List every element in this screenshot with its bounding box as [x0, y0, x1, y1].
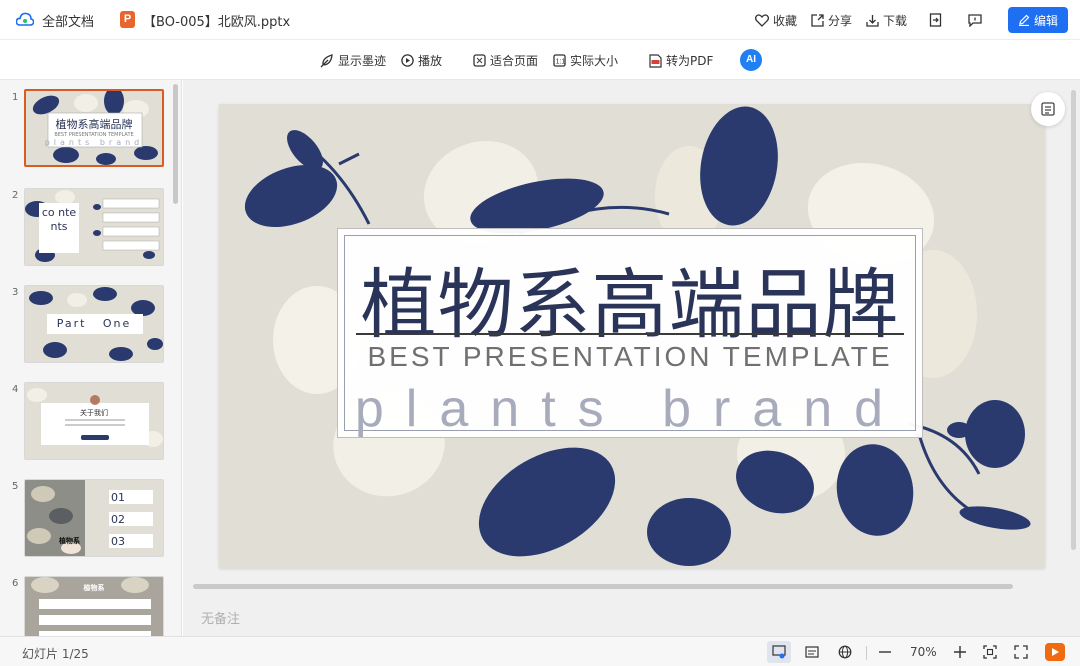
title-divider [356, 333, 904, 335]
play-circle-icon [401, 54, 414, 67]
slideshow-play-button[interactable] [1045, 643, 1065, 661]
slide-thumbnail-5[interactable]: 01 02 03 植物系 [24, 479, 164, 557]
comment-icon [968, 13, 982, 27]
slide-thumbnail-1[interactable]: 植物系高端品牌 BEST PRESENTATION TEMPLATE plant… [24, 89, 164, 167]
vertical-scrollbar[interactable] [1071, 90, 1076, 550]
thumb-1-title: 植物系高端品牌 [55, 118, 133, 131]
zoom-in-button[interactable] [951, 643, 969, 661]
thumb-number: 2 [12, 190, 19, 201]
slide-thumbnail-2[interactable]: co nte nts [24, 188, 164, 266]
download-button[interactable]: 下载 [866, 12, 907, 29]
svg-text:1:1: 1:1 [556, 59, 566, 66]
thumb-number: 1 [12, 92, 19, 103]
pptx-file-icon: P [120, 11, 135, 28]
notes-view-icon [805, 646, 819, 658]
edit-button[interactable]: 编辑 [1007, 7, 1068, 33]
all-docs-link[interactable]: 全部文档 [42, 11, 94, 30]
slide-panel-toggle-button[interactable] [1031, 92, 1065, 126]
actual-size-button[interactable]: 1:1 实际大小 [553, 52, 618, 69]
edit-label: 编辑 [1033, 13, 1058, 28]
thumb-5-num-2: 02 [111, 513, 125, 526]
thumb-5-art [25, 480, 163, 556]
fit-window-button[interactable] [981, 643, 999, 661]
thumb-6-title: 植物系 [83, 584, 105, 592]
favorite-label: 收藏 [772, 13, 797, 28]
ai-assistant-button[interactable]: AI [740, 49, 762, 71]
play-button[interactable]: 播放 [401, 52, 442, 69]
horizontal-scrollbar[interactable] [193, 584, 1013, 589]
slide-counter: 幻灯片 1/25 [22, 647, 89, 661]
zoom-level[interactable]: 70% [910, 645, 937, 659]
show-ink-button[interactable]: 显示墨迹 [320, 52, 386, 69]
play-icon [1052, 648, 1059, 656]
normal-view-button[interactable] [767, 641, 791, 663]
top-actions: 收藏 分享 下载 编辑 [741, 7, 1068, 33]
share-icon [811, 13, 824, 27]
thumb-2-title: co nte nts [41, 206, 77, 233]
convert-pdf-button[interactable]: 转为PDF [649, 52, 713, 69]
minus-icon [879, 651, 891, 653]
slide-thumbnail-4[interactable]: 关于我们 [24, 382, 164, 460]
heart-icon [754, 13, 769, 27]
notes-area[interactable]: 无备注 [201, 608, 240, 627]
slide-thumbnail-6[interactable]: 植物系 [24, 576, 164, 636]
pdf-icon [649, 53, 662, 68]
fit-page-label: 适合页面 [490, 54, 539, 68]
fullscreen-button[interactable] [1012, 643, 1030, 661]
convert-pdf-label: 转为PDF [666, 54, 714, 68]
favorite-button[interactable]: 收藏 [754, 12, 797, 29]
thumb-number: 4 [12, 384, 19, 395]
play-label: 播放 [418, 54, 443, 68]
pencil-icon [1018, 14, 1030, 26]
thumb-5-caption: 植物系 [59, 537, 80, 545]
notes-view-button[interactable] [803, 643, 821, 661]
cloud-docs-icon[interactable] [16, 12, 34, 26]
fit-page-icon [473, 54, 486, 67]
actual-size-icon: 1:1 [553, 54, 566, 67]
comment-button[interactable] [968, 13, 986, 27]
top-bar: 全部文档 P 【BO-005】北欧风.pptx 收藏 分享 下载 编辑 [0, 0, 1080, 40]
slide-subtitle: BEST PRESENTATION TEMPLATE [367, 341, 893, 372]
status-divider [866, 646, 867, 660]
slide-canvas-area: 植物系高端品牌 BEST PRESENTATION TEMPLATE plant… [183, 80, 1080, 636]
show-ink-label: 显示墨迹 [338, 54, 387, 68]
export-icon [929, 13, 942, 27]
share-button[interactable]: 分享 [811, 12, 852, 29]
slide-thumbnail-3[interactable]: Part One [24, 285, 164, 363]
thumb-5-num-3: 03 [111, 535, 125, 548]
slide-thumbnail-panel: 1 植物系高端品牌 BEST PRESENTATION TEMPLATE pla… [0, 80, 182, 636]
zoom-out-button[interactable] [876, 643, 894, 661]
thumb-number: 6 [12, 578, 19, 589]
title-card: 植物系高端品牌 BEST PRESENTATION TEMPLATE plant… [337, 228, 923, 438]
download-icon [866, 14, 879, 27]
slide-list-icon [1041, 102, 1055, 116]
feather-icon [320, 53, 333, 67]
thumb-3-title: Part One [56, 317, 132, 330]
current-slide[interactable]: 植物系高端品牌 BEST PRESENTATION TEMPLATE plant… [219, 104, 1045, 568]
fullscreen-icon [1014, 645, 1028, 659]
globe-icon [838, 645, 852, 659]
actual-size-label: 实际大小 [570, 54, 619, 68]
normal-view-icon [772, 645, 786, 659]
export-button[interactable] [929, 13, 946, 27]
fit-window-icon [983, 645, 997, 659]
thumb-4-art [25, 383, 163, 459]
thumbnail-scrollbar[interactable] [173, 84, 178, 204]
thumb-4-title: 关于我们 [80, 409, 108, 417]
thumb-5-num-1: 01 [111, 491, 125, 504]
plus-icon [954, 646, 966, 658]
file-name: 【BO-005】北欧风.pptx [143, 15, 291, 30]
thumb-1-brand: plants brand [44, 138, 144, 147]
thumb-number: 3 [12, 287, 19, 298]
web-view-button[interactable] [836, 643, 854, 661]
slide-brand-text: plants brand [354, 380, 906, 438]
share-label: 分享 [827, 13, 852, 28]
fit-page-button[interactable]: 适合页面 [473, 52, 538, 69]
download-label: 下载 [882, 13, 907, 28]
viewer-toolbar: 显示墨迹 播放 适合页面 1:1 实际大小 转为PDF [0, 40, 1080, 80]
status-bar: 幻灯片 1/25 70% [0, 636, 1080, 666]
slide-title: 植物系高端品牌 [360, 260, 900, 349]
thumb-number: 5 [12, 481, 19, 492]
